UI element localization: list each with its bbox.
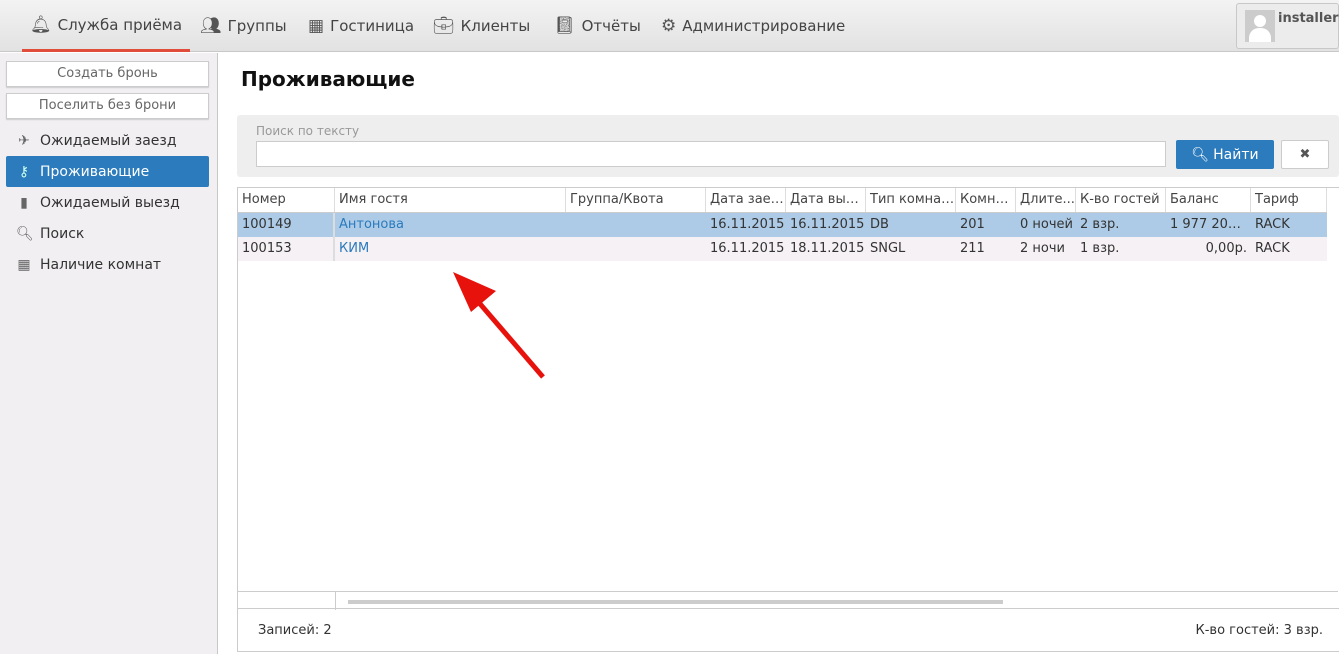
annotation-arrow [453, 272, 545, 379]
arrow-head [453, 272, 496, 312]
arrow-shaft [473, 296, 545, 379]
